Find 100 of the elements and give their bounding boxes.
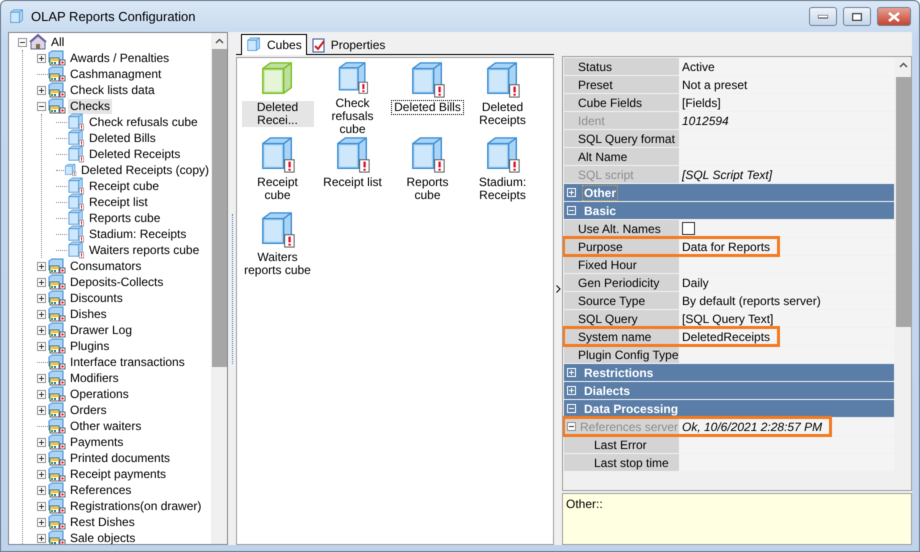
tree-item[interactable]: Deleted Receipts (87, 146, 182, 162)
expand-toggle[interactable] (37, 406, 46, 414)
property-value[interactable]: DeletedReceipts (679, 328, 778, 345)
tree-item[interactable]: Discounts (68, 290, 125, 306)
expand-toggle[interactable] (37, 470, 46, 478)
tree-item[interactable]: Reports cube (87, 210, 162, 226)
cube-folder-icon (48, 514, 66, 530)
collapse-toggle[interactable] (567, 422, 576, 431)
tree-item[interactable]: Check refusals cube (87, 114, 200, 130)
tree-item[interactable]: Cashmanagment (68, 66, 164, 82)
property-name: Last stop time (594, 456, 669, 470)
category-header[interactable]: Basic (564, 202, 894, 219)
tab[interactable]: Properties (306, 35, 390, 54)
tree-item[interactable]: Receipt cube (87, 178, 162, 194)
expand-toggle[interactable] (37, 534, 46, 542)
maximize-button[interactable] (843, 7, 871, 26)
tree-item[interactable]: Deleted Receipts (copy) (78, 162, 211, 178)
close-button[interactable] (877, 7, 911, 26)
tree-item[interactable]: Receipt list (87, 194, 150, 210)
tree-item[interactable]: Plugins (68, 338, 112, 354)
property-value[interactable]: [Fields] (679, 94, 729, 111)
expand-toggle[interactable] (37, 310, 46, 318)
expand-toggle[interactable] (37, 86, 46, 94)
category-header[interactable]: Restrictions (564, 364, 894, 381)
cube-label[interactable]: Reports cube (392, 176, 464, 202)
cube-label[interactable]: Receipt cube (242, 176, 314, 202)
expand-toggle[interactable] (37, 486, 46, 494)
tree-item[interactable]: Drawer Log (68, 322, 134, 338)
cube-icon (67, 113, 85, 131)
tree-item[interactable]: Operations (68, 386, 131, 402)
expand-toggle[interactable] (37, 278, 46, 286)
tree-item[interactable]: Checks (68, 98, 112, 114)
tree-item[interactable]: Check lists data (68, 82, 157, 98)
property-value[interactable]: Ok, 10/6/2021 2:28:57 PM (679, 418, 830, 435)
property-name: Status (578, 60, 612, 74)
checkbox[interactable] (682, 222, 695, 235)
tree-item[interactable]: Registrations(on drawer) (68, 498, 204, 514)
description-text: Other:: (562, 493, 912, 545)
tree-item[interactable]: Waiters reports cube (87, 242, 202, 258)
collapse-toggle[interactable] (18, 38, 27, 46)
property-value[interactable]: [SQL Script Text] (679, 166, 780, 183)
expand-toggle[interactable] (37, 438, 46, 446)
tree-item[interactable]: Rest Dishes (68, 514, 137, 530)
cube-icon (67, 225, 85, 243)
tree-item[interactable]: All (49, 34, 66, 50)
cube-icon (67, 145, 85, 163)
tree-item[interactable]: Consumators (68, 258, 144, 274)
expand-toggle[interactable] (37, 390, 46, 398)
expand-toggle[interactable] (37, 326, 46, 334)
tree-item[interactable]: Interface transactions (68, 354, 187, 370)
property-value[interactable]: Daily (679, 274, 717, 291)
cube-label[interactable]: Deleted Bills (392, 101, 463, 114)
tree-item[interactable]: References (68, 482, 134, 498)
tree-item[interactable]: Awards / Penalties (68, 50, 172, 66)
property-name: Gen Periodicity (578, 276, 660, 290)
category-header[interactable]: Dialects (564, 382, 894, 399)
expand-toggle[interactable] (37, 262, 46, 270)
expand-toggle[interactable] (37, 454, 46, 462)
cube-label[interactable]: Deleted Receipts (466, 101, 538, 127)
tree-item[interactable]: Deleted Bills (87, 130, 158, 146)
collapse-toggle[interactable] (37, 102, 46, 110)
cube-folder-icon (48, 66, 66, 82)
expand-toggle[interactable] (37, 294, 46, 302)
expand-toggle[interactable] (37, 54, 46, 62)
tree-item[interactable]: Orders (68, 402, 109, 418)
property-value[interactable]: [SQL Query Text] (679, 310, 782, 327)
property-value[interactable]: By default (reports server) (679, 292, 829, 309)
cube-folder-icon (48, 274, 66, 290)
tree-item[interactable]: Receipt payments (68, 466, 168, 482)
expand-toggle[interactable] (37, 518, 46, 526)
tree-item[interactable]: Deposits-Collects (68, 274, 166, 290)
expand-toggle[interactable] (37, 374, 46, 382)
cube-icon (67, 193, 85, 211)
property-value[interactable]: Not a preset (679, 76, 756, 93)
cube-label[interactable]: Check refusals cube (316, 97, 388, 136)
property-value[interactable]: 1012594 (679, 112, 737, 129)
tree-item[interactable]: Dishes (68, 306, 109, 322)
property-value[interactable]: Active (679, 58, 723, 75)
tree-item[interactable]: Printed documents (68, 450, 172, 466)
cube-folder-icon (48, 338, 66, 354)
tab[interactable]: Cubes (241, 34, 307, 55)
expand-toggle[interactable] (37, 342, 46, 350)
expand-toggle[interactable] (37, 502, 46, 510)
cube-label[interactable]: Waiters reports cube (242, 251, 314, 277)
scrollbar[interactable] (211, 33, 227, 544)
tree-item[interactable]: Stadium: Receipts (87, 226, 188, 242)
minimize-icon (818, 14, 828, 18)
cube-label[interactable]: Receipt list (321, 176, 384, 189)
category-header[interactable]: Data Processing (564, 400, 894, 417)
tree-item[interactable]: Payments (68, 434, 126, 450)
cube-label[interactable]: Stadium: Receipts (466, 176, 538, 202)
cube-label[interactable]: Deleted Recei... (242, 101, 314, 127)
tree-item[interactable]: Modifiers (68, 370, 121, 386)
tree-item[interactable]: Sale objects (68, 530, 138, 544)
property-value[interactable]: Data for Reports (679, 238, 778, 255)
tree-item[interactable]: Other waiters (68, 418, 144, 434)
category-title: Basic (583, 204, 618, 218)
category-header[interactable]: Other (564, 184, 894, 201)
minimize-button[interactable] (809, 7, 837, 26)
property-name: Cube Fields (578, 96, 642, 110)
